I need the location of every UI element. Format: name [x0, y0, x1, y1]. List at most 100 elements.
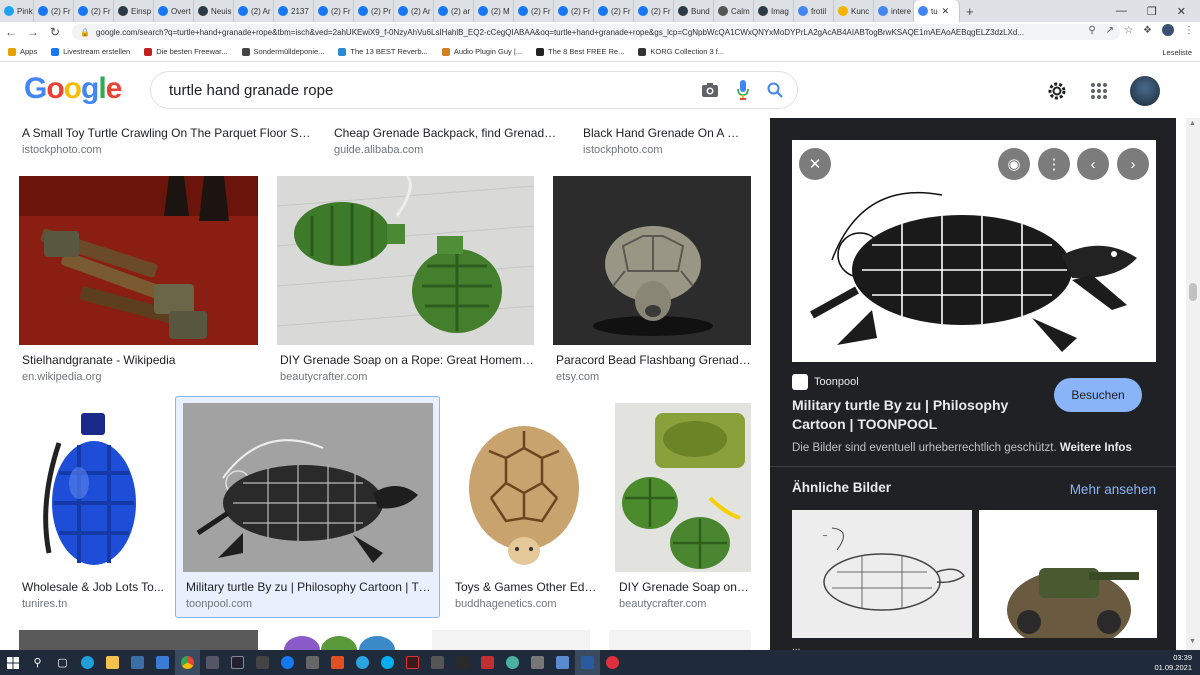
account-avatar[interactable] — [1130, 76, 1160, 106]
browser-tab[interactable]: Kunc — [834, 0, 874, 22]
app-icon[interactable] — [225, 650, 250, 675]
share-icon[interactable]: ↗ — [1106, 25, 1114, 36]
app-icon[interactable] — [275, 650, 300, 675]
result-title[interactable]: Military turtle By zu | Philosophy Carto… — [186, 580, 432, 594]
result-image-stick-grenades[interactable] — [19, 176, 258, 345]
bookmark-item[interactable]: Apps — [8, 47, 37, 56]
reading-list-button[interactable]: Leseliste — [1162, 48, 1192, 57]
result-image-partial[interactable] — [277, 630, 414, 650]
lock-icon[interactable]: 🔒 — [80, 28, 90, 37]
browser-tab[interactable]: Calm — [714, 0, 754, 22]
bookmark-item[interactable]: Sondermülldeponie... — [241, 47, 324, 56]
result-image-grenade-soap-mold[interactable] — [615, 403, 751, 572]
app-icon[interactable] — [525, 650, 550, 675]
browser-tab[interactable]: (2) Fr — [514, 0, 554, 22]
bookmark-item[interactable]: The 8 Best FREE Re... — [536, 47, 624, 56]
minimize-icon[interactable]: — — [1116, 5, 1127, 17]
search-box[interactable]: turtle hand granade rope — [150, 71, 798, 109]
result-card[interactable]: A Small Toy Turtle Crawling On The Parqu… — [22, 126, 312, 156]
browser-tab[interactable]: (2) Ar — [394, 0, 434, 22]
result-title[interactable]: Cheap Grenade Backpack, find Grenade B..… — [334, 126, 559, 140]
search-query[interactable]: turtle hand granade rope — [169, 82, 333, 99]
result-title[interactable]: Black Hand Grenade On A Wo... — [583, 126, 748, 140]
task-view-icon[interactable]: ▢ — [50, 650, 75, 675]
result-title[interactable]: Toys & Games Other Edu... — [455, 580, 597, 594]
browser-tab[interactable]: (2) Fr — [74, 0, 114, 22]
settings-gear-icon[interactable] — [1046, 80, 1068, 102]
visit-button[interactable]: Besuchen — [1054, 378, 1142, 412]
browser-tab[interactable]: Pinky — [0, 0, 34, 22]
similar-image-tank-turtle[interactable] — [979, 510, 1157, 638]
system-clock[interactable]: 03:39 01.09.2021 — [1154, 653, 1192, 673]
result-title[interactable]: Wholesale & Job Lots To... — [22, 580, 164, 594]
skype-icon[interactable] — [375, 650, 400, 675]
browser-tab[interactable]: Neuis — [194, 0, 234, 22]
bookmark-item[interactable]: Livestream erstellen — [51, 47, 130, 56]
result-card[interactable]: DIY Grenade Soap on a... beautycrafter.c… — [619, 580, 751, 610]
result-title[interactable]: Paracord Bead Flashbang Grenade ... — [556, 353, 751, 367]
result-image-partial[interactable] — [609, 630, 751, 650]
zoom-icon[interactable]: ⚲ — [1088, 25, 1095, 36]
previous-image-icon[interactable]: ‹ — [1077, 148, 1109, 180]
result-card[interactable]: Wholesale & Job Lots To... tunires.tn — [22, 580, 164, 610]
app-icon[interactable] — [425, 650, 450, 675]
app-icon[interactable] — [475, 650, 500, 675]
bookmark-item[interactable]: Die besten Freewar... — [144, 47, 228, 56]
new-tab-button[interactable]: + — [960, 4, 980, 19]
browser-tab[interactable]: Overt — [154, 0, 194, 22]
camera-icon[interactable] — [701, 82, 719, 98]
app-icon[interactable] — [400, 650, 425, 675]
result-image-green-grenade-soap[interactable] — [277, 176, 534, 345]
close-preview-icon[interactable]: ✕ — [799, 148, 831, 180]
telegram-icon[interactable] — [350, 650, 375, 675]
app-icon[interactable] — [550, 650, 575, 675]
store-icon[interactable] — [125, 650, 150, 675]
browser-tab[interactable]: (2) Fr — [314, 0, 354, 22]
edge-icon[interactable] — [75, 650, 100, 675]
microphone-icon[interactable] — [737, 80, 749, 100]
bookmark-star-icon[interactable]: ☆ — [1124, 25, 1133, 36]
back-icon[interactable]: ← — [0, 25, 22, 39]
chrome-icon[interactable] — [175, 650, 200, 675]
result-card[interactable]: Stielhandgranate - Wikipedia en.wikipedi… — [22, 353, 258, 383]
scroll-down-icon[interactable]: ▼ — [1189, 638, 1196, 645]
search-icon[interactable] — [767, 82, 783, 98]
browser-tab[interactable]: (2) Fr — [634, 0, 674, 22]
browser-tab[interactable]: frotil — [794, 0, 834, 22]
browser-tab[interactable]: Imag — [754, 0, 794, 22]
result-card[interactable]: Black Hand Grenade On A Wo... istockphot… — [583, 126, 748, 156]
url-field[interactable]: 🔒 google.com/search?q=turtle+hand+granad… — [72, 24, 1120, 40]
see-more-link[interactable]: Mehr ansehen — [1070, 482, 1156, 497]
scroll-thumb[interactable] — [1189, 283, 1197, 301]
browser-tab[interactable]: tu ✕ — [914, 0, 960, 22]
app-icon[interactable] — [200, 650, 225, 675]
bookmark-item[interactable]: KORG Collection 3 f... — [638, 47, 724, 56]
result-title[interactable]: A Small Toy Turtle Crawling On The Parqu… — [22, 126, 312, 140]
app-icon[interactable] — [500, 650, 525, 675]
menu-icon[interactable]: ⋮ — [1184, 25, 1194, 36]
forward-icon[interactable]: → — [22, 25, 44, 39]
lens-search-icon[interactable]: ◉ — [998, 148, 1030, 180]
close-tab-icon[interactable]: ✕ — [942, 6, 950, 17]
result-image-wooden-turtle[interactable] — [451, 403, 597, 572]
result-image-paracord-bead[interactable] — [553, 176, 751, 345]
browser-tab[interactable]: (2) Fr — [594, 0, 634, 22]
result-title[interactable]: DIY Grenade Soap on a... — [619, 580, 751, 594]
maximize-icon[interactable]: ❐ — [1147, 5, 1157, 18]
browser-tab[interactable]: (2) M — [474, 0, 514, 22]
bookmark-item[interactable]: The 13 BEST Reverb... — [338, 47, 428, 56]
result-card[interactable]: Toys & Games Other Edu... buddhagenetics… — [455, 580, 597, 610]
result-title[interactable]: DIY Grenade Soap on a Rope: Great Homema… — [280, 353, 534, 367]
result-title[interactable]: Stielhandgranate - Wikipedia — [22, 353, 258, 367]
app-icon[interactable] — [450, 650, 475, 675]
result-image-military-turtle[interactable] — [183, 403, 433, 572]
google-logo[interactable]: Google — [24, 72, 122, 106]
result-card[interactable]: Military turtle By zu | Philosophy Carto… — [186, 580, 432, 610]
profile-icon[interactable] — [1162, 24, 1174, 36]
result-image-partial[interactable] — [432, 630, 590, 650]
browser-tab[interactable]: Bund — [674, 0, 714, 22]
windows-start-icon[interactable] — [0, 650, 25, 675]
extensions-icon[interactable]: ❖ — [1143, 25, 1152, 36]
more-info-link[interactable]: Weitere Infos — [1060, 442, 1132, 454]
apps-grid-icon[interactable] — [1090, 82, 1108, 100]
